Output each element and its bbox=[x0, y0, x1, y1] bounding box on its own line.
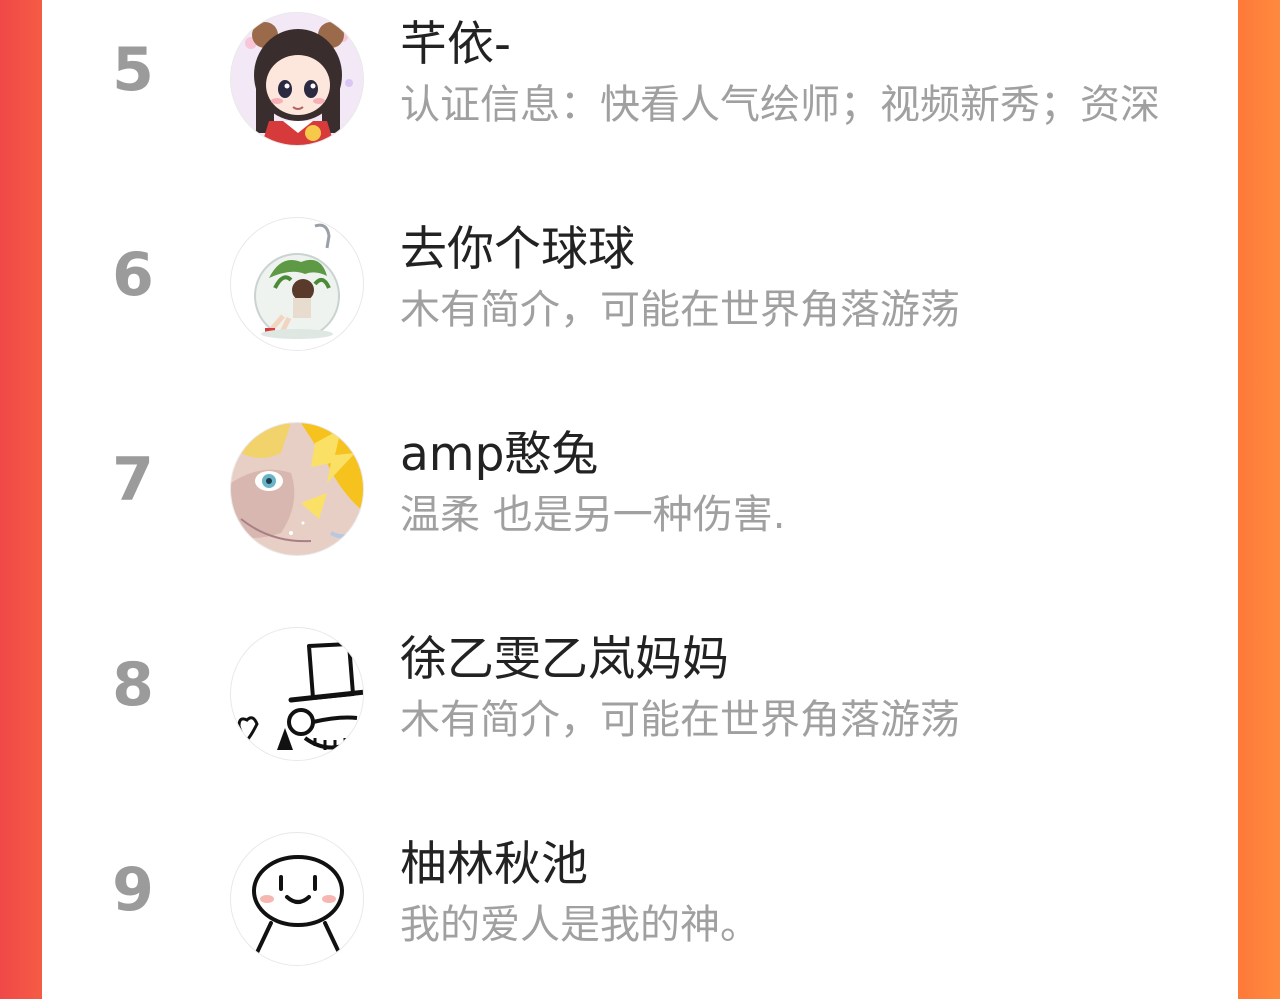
user-name[interactable]: 去你个球球 bbox=[400, 222, 635, 277]
avatar[interactable] bbox=[230, 422, 364, 556]
ranking-row[interactable]: 6 去你个球球 木有简介，可能在世界角落游荡 bbox=[42, 205, 1238, 355]
rank-number: 8 bbox=[112, 650, 154, 720]
top-hat-doodle-avatar bbox=[231, 628, 363, 760]
ranking-row[interactable]: 7 amp憨兔 温柔 也是另一种伤害. bbox=[42, 410, 1238, 560]
user-name[interactable]: 徐乙雯乙岚妈妈 bbox=[400, 632, 729, 687]
rank-number: 6 bbox=[112, 240, 154, 310]
rank-number: 9 bbox=[112, 855, 154, 925]
ranking-row[interactable]: 8 徐乙雯乙岚妈妈 木有简介，可能在世界角落游荡 bbox=[42, 615, 1238, 765]
user-name[interactable]: amp憨兔 bbox=[400, 427, 598, 482]
ranking-row[interactable]: 5 芊依- 认证信息：快看人气绘师；视频新秀；资深 bbox=[42, 0, 1238, 150]
avatar[interactable] bbox=[230, 627, 364, 761]
user-name[interactable]: 芊依- bbox=[400, 17, 511, 72]
anime-portrait-yellow-avatar bbox=[231, 423, 363, 555]
avatar[interactable] bbox=[230, 832, 364, 966]
avatar[interactable] bbox=[230, 217, 364, 351]
rank-number: 5 bbox=[112, 35, 154, 105]
rank-number: 7 bbox=[112, 445, 154, 515]
ranking-panel: 5 芊依- 认证信息：快看人气绘师；视频新秀；资深 6 去你个球球 木有简介，可… bbox=[42, 0, 1238, 999]
user-bio: 温柔 也是另一种伤害. bbox=[400, 492, 786, 538]
avatar[interactable] bbox=[230, 12, 364, 146]
user-bio: 木有简介，可能在世界角落游荡 bbox=[400, 287, 960, 333]
ranking-row[interactable]: 9 柚林秋池 我的爱人是我的神。 bbox=[42, 820, 1238, 970]
user-name[interactable]: 柚林秋池 bbox=[400, 837, 588, 892]
girl-in-glass-terrarium-avatar bbox=[231, 218, 363, 350]
user-bio: 木有简介，可能在世界角落游荡 bbox=[400, 697, 960, 743]
user-bio: 我的爱人是我的神。 bbox=[400, 902, 760, 948]
smiley-doodle-avatar bbox=[231, 833, 363, 965]
anime-girl-bear-ears-avatar bbox=[231, 13, 363, 145]
user-bio: 认证信息：快看人气绘师；视频新秀；资深 bbox=[400, 82, 1160, 128]
